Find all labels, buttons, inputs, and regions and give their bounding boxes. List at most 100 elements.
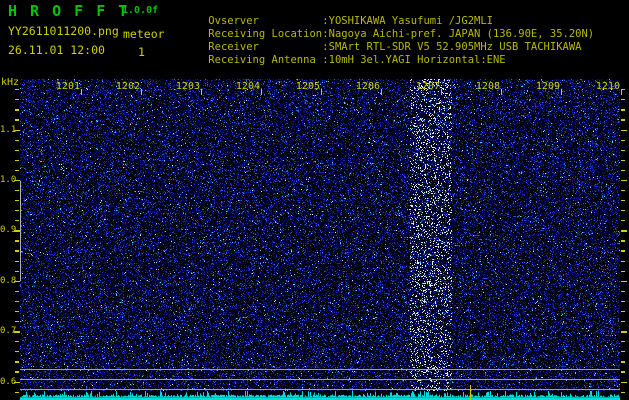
freq-minor-tick-right — [621, 119, 625, 121]
freq-minor-tick-right — [621, 189, 625, 192]
freq-minor-tick — [15, 321, 19, 323]
freq-minor-tick-right — [621, 240, 625, 242]
app-title: H R O F F T — [8, 2, 130, 20]
output-filename: YY2611011200.png — [8, 24, 119, 38]
minute-tick — [200, 89, 202, 95]
freq-axis-unit: kHz — [1, 77, 20, 88]
freq-minor-tick-right — [621, 149, 625, 151]
minute-tick — [440, 89, 442, 95]
freq-minor-tick-right — [621, 341, 625, 343]
freq-minor-tick-right — [621, 200, 625, 202]
freq-minor-tick-right — [621, 321, 625, 323]
freq-tick-label: 1.1 — [0, 124, 17, 135]
freq-major-tick-right — [621, 381, 627, 383]
echo-marker — [469, 385, 471, 400]
app-version: 1.0.0f — [122, 5, 159, 16]
freq-major-tick-right — [621, 179, 627, 182]
freq-tick-label: 0.8 — [0, 275, 17, 286]
signal-level-strip — [20, 391, 620, 400]
minute-tick — [80, 89, 82, 95]
freq-minor-tick-right — [621, 99, 625, 101]
freq-tick-label: 0.9 — [0, 225, 17, 236]
info-label: Receiving Antenna — [208, 54, 316, 66]
freq-minor-tick — [15, 200, 19, 202]
time-tick-label: 1209 — [535, 81, 560, 92]
reference-line — [20, 389, 620, 390]
freq-minor-tick — [15, 220, 19, 222]
freq-minor-tick — [15, 99, 19, 101]
freq-minor-tick — [15, 169, 19, 171]
freq-minor-tick-right — [621, 270, 625, 272]
freq-tick-label: 0.7 — [0, 326, 17, 337]
time-tick-label: 1202 — [115, 81, 140, 92]
freq-minor-tick-right — [621, 260, 625, 262]
minute-tick — [560, 89, 562, 95]
minute-tick — [320, 89, 322, 95]
freq-minor-tick-right — [621, 361, 625, 363]
time-tick-label: 1203 — [175, 81, 200, 92]
freq-minor-tick-right — [621, 139, 625, 141]
meteor-count: 1 — [138, 45, 145, 59]
reference-line — [20, 369, 620, 370]
minute-tick — [260, 89, 262, 95]
minute-tick — [140, 89, 142, 95]
time-tick-label: 1208 — [475, 81, 500, 92]
datetime-label: 26.11.01 12:00 — [8, 43, 105, 57]
freq-minor-tick — [15, 109, 19, 111]
info-row-antenna: Receiving Antenna :10mH 3el.YAGI Horizont… — [183, 42, 506, 78]
freq-minor-tick — [15, 310, 19, 313]
freq-minor-tick — [15, 189, 19, 192]
time-tick-label: 1201 — [55, 81, 80, 92]
reference-line — [20, 379, 620, 380]
freq-minor-tick-right — [621, 300, 625, 303]
freq-minor-tick — [15, 210, 19, 212]
hrofft-screen: H R O F F T 1.0.0f YY2611011200.png mete… — [0, 0, 629, 400]
freq-major-tick — [14, 129, 20, 131]
freq-tick-label: 1.0 — [0, 174, 17, 185]
freq-major-tick — [14, 381, 20, 383]
freq-minor-tick-right — [621, 371, 625, 373]
freq-minor-tick — [15, 351, 19, 353]
freq-minor-tick — [15, 119, 19, 121]
freq-range-marker — [19, 181, 21, 281]
freq-major-tick-right — [621, 280, 627, 283]
freq-tick-label: 0.6 — [0, 376, 17, 387]
time-tick-label: 1207 — [415, 81, 440, 92]
minute-tick — [620, 89, 622, 95]
freq-minor-tick — [15, 341, 19, 343]
mode-label: meteor — [123, 27, 165, 41]
time-tick-label: 1204 — [235, 81, 260, 92]
freq-minor-tick-right — [621, 250, 625, 252]
freq-minor-tick — [15, 371, 19, 373]
time-tick-label: 1210 — [595, 81, 620, 92]
freq-major-tick-right — [621, 129, 627, 131]
freq-minor-tick-right — [621, 310, 625, 313]
freq-major-tick-right — [621, 331, 627, 333]
freq-minor-tick-right — [621, 169, 625, 171]
freq-minor-tick-right — [621, 159, 625, 161]
info-value: :10mH 3el.YAGI Horizontal:ENE — [322, 54, 506, 66]
freq-minor-tick-right — [621, 351, 625, 353]
freq-minor-tick — [15, 240, 19, 242]
freq-minor-tick-right — [621, 210, 625, 212]
freq-minor-tick — [15, 260, 19, 262]
minute-tick — [500, 89, 502, 95]
time-tick-label: 1205 — [295, 81, 320, 92]
time-tick-label: 1206 — [355, 81, 380, 92]
freq-minor-tick — [15, 361, 19, 363]
freq-minor-tick-right — [621, 220, 625, 222]
freq-minor-tick-right — [621, 391, 625, 393]
freq-minor-tick — [15, 290, 19, 292]
freq-minor-tick — [15, 300, 19, 303]
freq-minor-tick — [15, 149, 19, 151]
freq-minor-tick — [15, 391, 19, 393]
freq-major-tick-right — [621, 230, 627, 232]
freq-minor-tick — [15, 89, 19, 91]
freq-minor-tick-right — [621, 109, 625, 111]
freq-minor-tick-right — [621, 290, 625, 292]
freq-minor-tick — [15, 139, 19, 141]
freq-minor-tick — [15, 270, 19, 272]
freq-minor-tick — [15, 250, 19, 252]
minute-tick — [380, 89, 382, 95]
freq-minor-tick — [15, 159, 19, 161]
